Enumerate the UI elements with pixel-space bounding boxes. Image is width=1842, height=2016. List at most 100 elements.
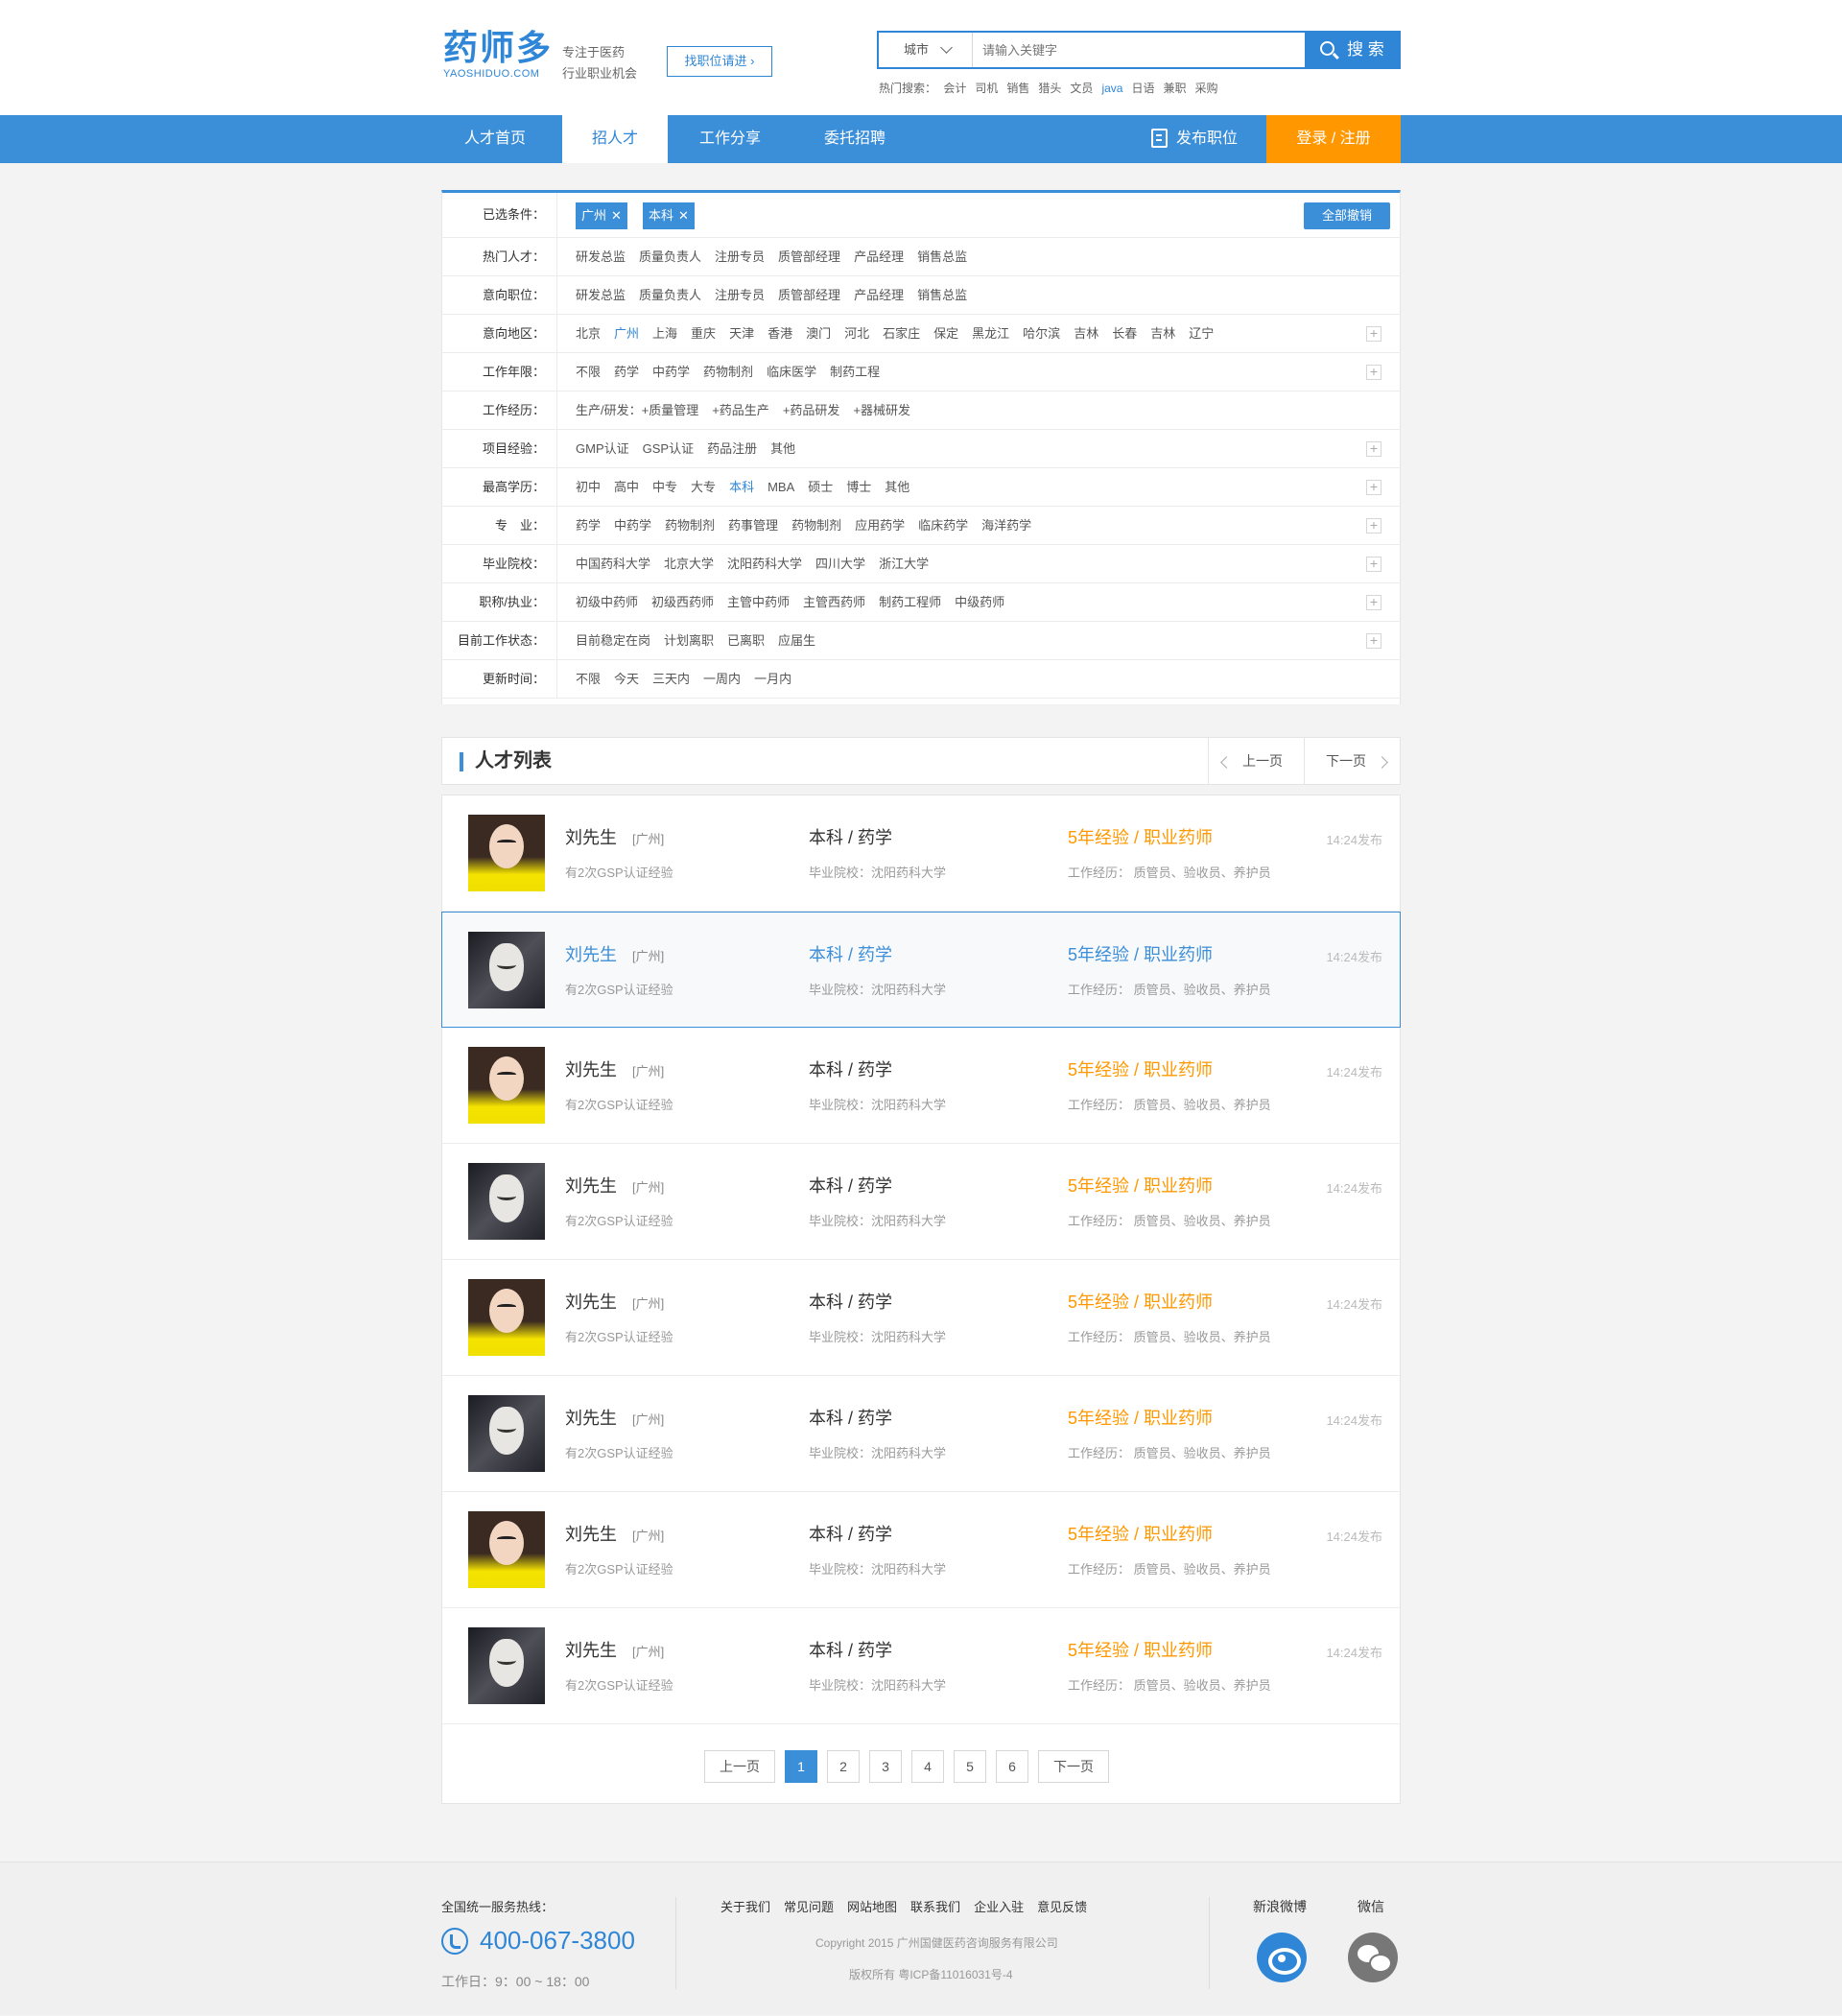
filter-option[interactable]: 药事管理 <box>728 518 778 533</box>
page-3-button[interactable]: 3 <box>869 1750 902 1783</box>
filter-option[interactable]: 初级西药师 <box>651 595 714 609</box>
nav-work-share[interactable]: 工作分享 <box>668 115 792 163</box>
hot-search-term[interactable]: 司机 <box>975 82 998 95</box>
filter-option[interactable]: +药品研发 <box>783 403 840 417</box>
filter-option[interactable]: 销售总监 <box>917 249 967 264</box>
close-icon[interactable]: ✕ <box>611 208 622 223</box>
candidate-card[interactable]: 刘先生 [广州] 有2次GSP认证经验 本科 / 药学 毕业院校：沈阳药科大学 5年经验 … <box>442 795 1400 912</box>
filter-option[interactable]: 药物制剂 <box>665 518 715 533</box>
candidate-card[interactable]: 刘先生 [广州] 有2次GSP认证经验 本科 / 药学 毕业院校：沈阳药科大学 5年经验 … <box>442 1028 1400 1144</box>
filter-option[interactable]: 黑龙江 <box>972 326 1009 341</box>
page-2-button[interactable]: 2 <box>827 1750 860 1783</box>
filter-option[interactable]: 海洋药学 <box>981 518 1031 533</box>
filter-option[interactable]: 上海 <box>652 326 677 341</box>
filter-option[interactable]: 药学 <box>614 365 639 379</box>
filter-option[interactable]: 制药工程 <box>830 365 880 379</box>
pagination-prev-button[interactable]: 上一页 <box>704 1750 775 1783</box>
filter-option[interactable]: 质管部经理 <box>778 288 840 302</box>
filter-option[interactable]: 香港 <box>768 326 792 341</box>
filter-option[interactable]: 澳门 <box>806 326 831 341</box>
page-5-button[interactable]: 5 <box>954 1750 986 1783</box>
weibo-icon[interactable] <box>1257 1933 1307 1982</box>
filter-option[interactable]: 一月内 <box>754 672 791 686</box>
footer-link[interactable]: 企业入驻 <box>974 1900 1024 1914</box>
filter-option[interactable]: 初中 <box>576 480 601 494</box>
filter-option[interactable]: 质量负责人 <box>639 249 701 264</box>
footer-link[interactable]: 联系我们 <box>910 1900 960 1914</box>
hot-search-term[interactable]: 销售 <box>1006 82 1029 95</box>
filter-option[interactable]: 注册专员 <box>715 288 765 302</box>
filter-option[interactable]: +药品生产 <box>712 403 769 417</box>
expand-plus-icon[interactable]: + <box>1366 441 1382 457</box>
expand-plus-icon[interactable]: + <box>1366 480 1382 495</box>
hot-search-term[interactable]: 文员 <box>1070 82 1093 95</box>
hot-search-term[interactable]: java <box>1101 82 1122 95</box>
search-input[interactable] <box>982 33 1289 67</box>
filter-option[interactable]: 药物制剂 <box>791 518 841 533</box>
pagination-next-button[interactable]: 下一页 <box>1038 1750 1109 1783</box>
clear-all-button[interactable]: 全部撤销 <box>1304 202 1390 229</box>
wechat-icon[interactable] <box>1348 1933 1398 1982</box>
filter-option[interactable]: 今天 <box>614 672 639 686</box>
page-1-button[interactable]: 1 <box>785 1750 817 1783</box>
selected-tag[interactable]: 广州 ✕ <box>576 202 627 229</box>
page-4-button[interactable]: 4 <box>911 1750 944 1783</box>
filter-option[interactable]: 保定 <box>933 326 958 341</box>
search-button[interactable]: 搜 索 <box>1305 31 1401 69</box>
filter-option[interactable]: GMP认证 <box>576 441 629 456</box>
filter-option[interactable]: 一周内 <box>703 672 741 686</box>
filter-option[interactable]: 临床药学 <box>918 518 968 533</box>
close-icon[interactable]: ✕ <box>678 208 689 223</box>
filter-option[interactable]: 中专 <box>652 480 677 494</box>
filter-option[interactable]: 吉林 <box>1074 326 1098 341</box>
nav-delegated-recruit[interactable]: 委托招聘 <box>792 115 917 163</box>
expand-plus-icon[interactable]: + <box>1366 365 1382 380</box>
candidate-name[interactable]: 刘先生 <box>565 941 617 966</box>
site-logo[interactable]: 药师多 YAOSHIDUO.COM <box>443 29 553 81</box>
filter-option[interactable]: 产品经理 <box>854 288 904 302</box>
filter-option[interactable]: 吉林 <box>1150 326 1175 341</box>
filter-option[interactable]: 广州 <box>614 326 639 341</box>
footer-link[interactable]: 意见反馈 <box>1037 1900 1087 1914</box>
candidate-name[interactable]: 刘先生 <box>565 1521 617 1546</box>
filter-option[interactable]: 沈阳药科大学 <box>727 557 802 571</box>
filter-option[interactable]: 质量负责人 <box>639 288 701 302</box>
filter-option[interactable]: 其他 <box>885 480 909 494</box>
candidate-name[interactable]: 刘先生 <box>565 1405 617 1430</box>
filter-option[interactable]: 浙江大学 <box>879 557 929 571</box>
filter-option[interactable]: 应届生 <box>778 633 815 648</box>
candidate-name[interactable]: 刘先生 <box>565 1173 617 1198</box>
hot-search-term[interactable]: 猎头 <box>1038 82 1061 95</box>
candidate-name[interactable]: 刘先生 <box>565 1056 617 1081</box>
filter-option[interactable]: +器械研发 <box>853 403 910 417</box>
candidate-card[interactable]: 刘先生 [广州] 有2次GSP认证经验 本科 / 药学 毕业院校：沈阳药科大学 5年经验 … <box>442 1376 1400 1492</box>
filter-option[interactable]: 研发总监 <box>576 288 626 302</box>
hot-search-term[interactable]: 采购 <box>1194 82 1217 95</box>
filter-option[interactable]: 应用药学 <box>855 518 905 533</box>
filter-option[interactable]: 天津 <box>729 326 754 341</box>
filter-option[interactable]: 辽宁 <box>1189 326 1214 341</box>
filter-option[interactable]: 北京 <box>576 326 601 341</box>
filter-option[interactable]: 硕士 <box>808 480 833 494</box>
candidate-card[interactable]: 刘先生 [广州] 有2次GSP认证经验 本科 / 药学 毕业院校：沈阳药科大学 5年经验 … <box>441 912 1401 1028</box>
prev-page-button[interactable]: 上一页 <box>1208 738 1304 784</box>
candidate-card[interactable]: 刘先生 [广州] 有2次GSP认证经验 本科 / 药学 毕业院校：沈阳药科大学 5年经验 … <box>442 1492 1400 1608</box>
filter-option[interactable]: 药学 <box>576 518 601 533</box>
footer-link[interactable]: 常见问题 <box>784 1900 834 1914</box>
candidate-card[interactable]: 刘先生 [广州] 有2次GSP认证经验 本科 / 药学 毕业院校：沈阳药科大学 5年经验 … <box>442 1608 1400 1724</box>
expand-plus-icon[interactable]: + <box>1366 595 1382 610</box>
candidate-card[interactable]: 刘先生 [广州] 有2次GSP认证经验 本科 / 药学 毕业院校：沈阳药科大学 5年经验 … <box>442 1260 1400 1376</box>
filter-option[interactable]: 长春 <box>1112 326 1137 341</box>
filter-option[interactable]: 大专 <box>691 480 716 494</box>
filter-option[interactable]: 中药学 <box>614 518 651 533</box>
filter-option[interactable]: 销售总监 <box>917 288 967 302</box>
post-job-button[interactable]: 发布职位 <box>1149 115 1238 163</box>
filter-option[interactable]: 四川大学 <box>815 557 865 571</box>
filter-option[interactable]: 中药学 <box>652 365 690 379</box>
candidate-name[interactable]: 刘先生 <box>565 1637 617 1662</box>
filter-option[interactable]: 制药工程师 <box>879 595 941 609</box>
filter-option[interactable]: 质管部经理 <box>778 249 840 264</box>
filter-option[interactable]: 北京大学 <box>664 557 714 571</box>
filter-option[interactable]: 计划离职 <box>664 633 714 648</box>
expand-plus-icon[interactable]: + <box>1366 557 1382 572</box>
